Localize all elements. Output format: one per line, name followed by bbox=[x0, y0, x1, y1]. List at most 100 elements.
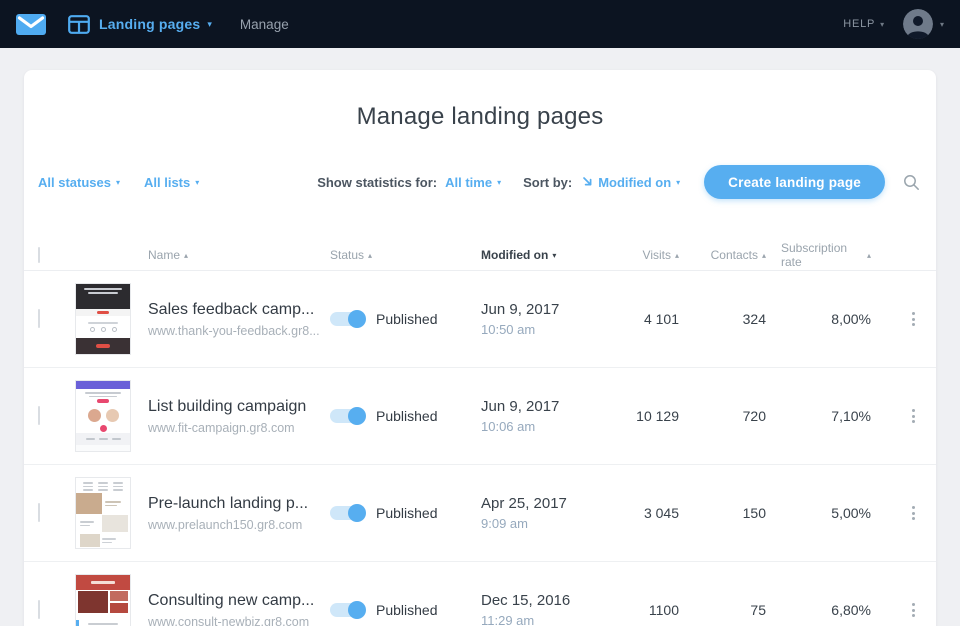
modified-date: Dec 15, 2016 bbox=[481, 592, 571, 609]
landing-page-name[interactable]: Sales feedback camp... bbox=[148, 301, 324, 319]
status-label: Published bbox=[376, 408, 438, 424]
chevron-down-icon: ▾ bbox=[195, 177, 200, 187]
envelope-icon[interactable] bbox=[16, 13, 46, 35]
chevron-down-icon: ▾ bbox=[497, 177, 502, 187]
visits-value: 4 101 bbox=[643, 311, 679, 327]
status-label: Published bbox=[376, 311, 438, 327]
landing-page-name[interactable]: Pre-launch landing p... bbox=[148, 495, 324, 513]
modified-date: Apr 25, 2017 bbox=[481, 495, 567, 512]
column-header-modified-on[interactable]: Modified on ▾ bbox=[481, 248, 621, 262]
landing-page-url: www.prelaunch150.gr8.com bbox=[148, 517, 303, 532]
status-label: Published bbox=[376, 602, 438, 618]
help-label: HELP bbox=[843, 18, 876, 30]
sort-caret-icon: ▴ bbox=[866, 250, 871, 260]
subscription-rate-value: 8,00% bbox=[831, 311, 871, 327]
table-header: Name ▴ Status ▴ Modified on ▾ Visits ▴ Conta… bbox=[24, 240, 936, 271]
publish-toggle[interactable] bbox=[330, 601, 366, 619]
chevron-down-icon: ▾ bbox=[207, 18, 212, 29]
landing-pages-layout-icon bbox=[68, 14, 90, 34]
subscription-rate-value: 7,10% bbox=[831, 408, 871, 424]
chevron-down-icon: ▾ bbox=[676, 177, 681, 187]
landing-page-name[interactable]: Consulting new camp... bbox=[148, 592, 324, 610]
row-actions-kebab-icon[interactable] bbox=[907, 307, 920, 331]
publish-toggle[interactable] bbox=[330, 310, 366, 328]
toggle-knob bbox=[348, 407, 366, 425]
search-icon[interactable] bbox=[903, 174, 920, 191]
user-avatar bbox=[902, 9, 933, 39]
column-header-status[interactable]: Status ▴ bbox=[330, 248, 481, 262]
sort-caret-icon: ▴ bbox=[184, 250, 189, 260]
sort-by-label: Sort by: bbox=[523, 174, 573, 190]
contacts-value: 75 bbox=[750, 602, 766, 618]
column-header-name[interactable]: Name ▴ bbox=[131, 248, 330, 262]
app-menu-label: Landing pages bbox=[99, 16, 201, 32]
landing-page-url: www.thank-you-feedback.gr8... bbox=[148, 323, 320, 338]
landing-pages-table: Sales feedback camp... www.thank-you-fee… bbox=[24, 271, 936, 626]
help-menu[interactable]: HELP ▾ bbox=[843, 18, 885, 30]
landing-page-url: www.consult-newbiz.gr8.com bbox=[148, 614, 310, 626]
row-actions-kebab-icon[interactable] bbox=[907, 501, 920, 525]
visits-value: 3 045 bbox=[643, 505, 679, 521]
sort-caret-icon: ▴ bbox=[674, 250, 679, 260]
sort-descending-arrow-icon[interactable] bbox=[582, 174, 593, 192]
table-row: Pre-launch landing p... www.prelaunch150… bbox=[24, 465, 936, 562]
subscription-rate-value: 5,00% bbox=[831, 505, 871, 521]
account-menu[interactable]: ▾ bbox=[902, 9, 944, 39]
select-all-checkbox[interactable] bbox=[38, 247, 40, 263]
row-actions-kebab-icon[interactable] bbox=[907, 598, 920, 622]
modified-date: Jun 9, 2017 bbox=[481, 301, 560, 318]
subscription-rate-value: 6,80% bbox=[831, 602, 871, 618]
chevron-down-icon: ▾ bbox=[939, 19, 944, 29]
visits-value: 1100 bbox=[648, 602, 679, 618]
visits-value: 10 129 bbox=[636, 408, 679, 424]
contacts-value: 720 bbox=[742, 408, 766, 424]
modified-time: 11:29 am bbox=[481, 613, 535, 626]
publish-toggle[interactable] bbox=[330, 407, 366, 425]
table-row: Sales feedback camp... www.thank-you-fee… bbox=[24, 271, 936, 368]
sort-field-dropdown[interactable]: Modified on ▾ bbox=[598, 175, 680, 190]
manage-landing-pages-card: Manage landing pages All statuses ▾ All … bbox=[24, 70, 936, 626]
table-row: List building campaign www.fit-campaign.… bbox=[24, 368, 936, 465]
publish-toggle[interactable] bbox=[330, 504, 366, 522]
row-actions-kebab-icon[interactable] bbox=[907, 404, 920, 428]
landing-page-thumbnail[interactable] bbox=[75, 283, 131, 355]
sort-caret-icon: ▴ bbox=[761, 250, 766, 260]
toggle-knob bbox=[348, 310, 366, 328]
modified-time: 10:06 am bbox=[481, 419, 536, 434]
modified-date: Jun 9, 2017 bbox=[481, 398, 560, 415]
chevron-down-icon: ▾ bbox=[115, 177, 120, 187]
column-header-subscription-rate[interactable]: Subscription rate ▴ bbox=[781, 241, 891, 269]
modified-time: 9:09 am bbox=[481, 516, 528, 531]
nav-item-manage[interactable]: Manage bbox=[240, 17, 289, 32]
row-checkbox[interactable] bbox=[38, 600, 40, 619]
toggle-knob bbox=[348, 601, 366, 619]
landing-page-thumbnail[interactable] bbox=[75, 477, 131, 549]
app-switcher-landing-pages[interactable]: Landing pages ▾ bbox=[68, 14, 212, 34]
contacts-value: 324 bbox=[742, 311, 766, 327]
toggle-knob bbox=[348, 504, 366, 522]
row-checkbox[interactable] bbox=[38, 309, 40, 328]
stats-range-label: Show statistics for: bbox=[317, 174, 438, 190]
modified-time: 10:50 am bbox=[481, 322, 536, 337]
stats-range-dropdown[interactable]: All time ▾ bbox=[445, 175, 501, 190]
column-header-visits[interactable]: Visits ▴ bbox=[621, 248, 693, 262]
lists-filter-dropdown[interactable]: All lists ▾ bbox=[144, 175, 199, 190]
column-header-contacts[interactable]: Contacts ▴ bbox=[693, 248, 781, 262]
sort-caret-icon: ▴ bbox=[368, 250, 373, 260]
contacts-value: 150 bbox=[742, 505, 766, 521]
row-checkbox[interactable] bbox=[38, 406, 40, 425]
table-row: Consulting new camp... www.consult-newbi… bbox=[24, 562, 936, 626]
filter-bar: All statuses ▾ All lists ▾ Show statisti… bbox=[24, 164, 936, 200]
landing-page-name[interactable]: List building campaign bbox=[148, 398, 324, 416]
create-landing-page-button[interactable]: Create landing page bbox=[704, 165, 885, 199]
top-navbar: Landing pages ▾ Manage HELP ▾ ▾ bbox=[0, 0, 960, 48]
sort-caret-icon: ▾ bbox=[552, 250, 557, 260]
landing-page-thumbnail[interactable] bbox=[75, 574, 131, 626]
page-title: Manage landing pages bbox=[356, 103, 604, 130]
landing-page-thumbnail[interactable] bbox=[75, 380, 131, 452]
row-checkbox[interactable] bbox=[38, 503, 40, 522]
status-label: Published bbox=[376, 505, 438, 521]
chevron-down-icon: ▾ bbox=[880, 19, 885, 29]
landing-page-url: www.fit-campaign.gr8.com bbox=[148, 420, 295, 435]
statuses-filter-dropdown[interactable]: All statuses ▾ bbox=[38, 175, 120, 190]
